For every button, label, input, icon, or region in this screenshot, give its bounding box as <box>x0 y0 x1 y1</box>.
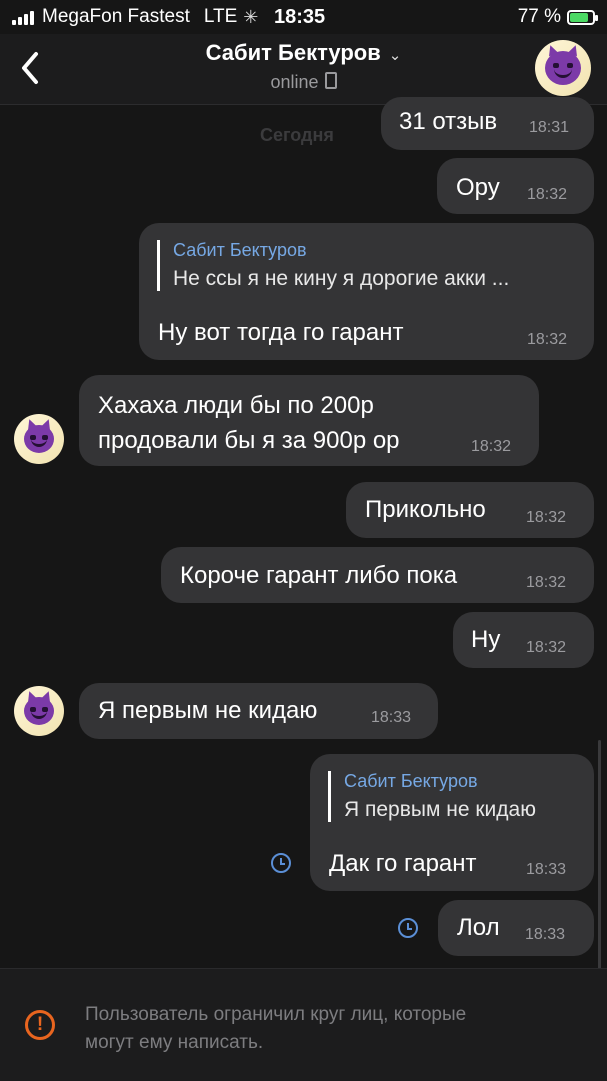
devil-emoji-icon <box>24 425 54 453</box>
message-bubble-outgoing[interactable]: Короче гарант либо пока 18:32 <box>161 547 594 603</box>
warning-icon: ! <box>25 1010 55 1040</box>
message-time: 18:32 <box>527 331 568 348</box>
message-text: Я первым не кидаю <box>98 697 318 724</box>
message-bubble-outgoing[interactable]: Лол 18:33 <box>438 900 594 956</box>
message-bubble-outgoing-reply[interactable]: Сабит Бектуров Я первым не кидаю Дак го … <box>310 754 594 891</box>
reply-author: Сабит Бектуров <box>344 771 478 791</box>
message-time: 18:33 <box>525 926 566 943</box>
devil-emoji-icon <box>24 697 54 725</box>
restriction-text-line1: Пользователь ограничил круг лиц, которые <box>85 1004 467 1025</box>
clock-time: 18:35 <box>274 6 326 28</box>
message-text: Прикольно <box>365 496 486 523</box>
message-bubble-outgoing[interactable]: Ору 18:32 <box>437 158 594 214</box>
message-bubble-incoming[interactable]: Хахаха люди бы по 200р продовали бы я за… <box>79 375 539 466</box>
contact-avatar[interactable] <box>535 40 591 96</box>
message-text: Короче гарант либо пока <box>180 562 458 589</box>
message-time: 18:32 <box>526 509 567 526</box>
reply-text: Я первым не кидаю <box>344 798 536 821</box>
message-time: 18:33 <box>526 861 567 878</box>
devil-emoji-icon <box>545 51 581 85</box>
message-time: 18:32 <box>471 438 512 455</box>
reply-quote[interactable]: Сабит Бектуров Не ссы я не кину я дороги… <box>157 240 509 291</box>
date-separator: Сегодня <box>260 125 334 145</box>
message-time: 18:32 <box>526 574 567 591</box>
chat-header: Сабит Бектуров ⌄ online <box>0 34 607 105</box>
message-time: 18:32 <box>527 186 568 203</box>
reply-quote[interactable]: Сабит Бектуров Я первым не кидаю <box>328 771 536 822</box>
chevron-down-icon: ⌄ <box>388 47 402 64</box>
sender-avatar[interactable] <box>14 686 64 736</box>
message-bubble-outgoing[interactable]: 31 отзыв 18:31 <box>381 97 594 150</box>
contact-name: Сабит Бектуров <box>205 40 381 65</box>
network-label: LTE <box>203 6 238 27</box>
message-text-line2: продовали бы я за 900р ор <box>98 427 400 454</box>
message-time: 18:31 <box>529 119 570 136</box>
scrollbar[interactable] <box>598 740 601 970</box>
pending-clock-icon <box>271 853 291 873</box>
restriction-text-line2: могут ему написать. <box>85 1032 264 1053</box>
message-time: 18:33 <box>371 709 412 726</box>
message-bubble-outgoing[interactable]: Прикольно 18:32 <box>346 482 594 538</box>
message-text: Ору <box>456 174 500 201</box>
message-text: Ну <box>471 626 501 653</box>
message-text: Дак го гарант <box>329 850 477 877</box>
battery-percent: 77 % <box>517 6 561 27</box>
message-time: 18:32 <box>526 639 567 656</box>
phone-icon <box>324 72 337 89</box>
cellular-signal-icon <box>12 9 34 25</box>
reply-text: Не ссы я не кину я дорогие акки ... <box>173 267 510 290</box>
contact-title-button[interactable]: Сабит Бектуров ⌄ <box>0 40 607 66</box>
message-bubble-incoming[interactable]: Я первым не кидаю 18:33 <box>79 683 438 739</box>
restriction-notice: ! Пользователь ограничил круг лиц, котор… <box>0 968 607 1081</box>
message-bubble-outgoing[interactable]: Ну 18:32 <box>453 612 594 668</box>
carrier-label: MegaFon Fastest <box>42 6 190 27</box>
message-text-line1: Хахаха люди бы по 200р <box>98 392 374 419</box>
activity-spinner-icon: ✳ <box>243 6 259 27</box>
restriction-text: Пользователь ограничил круг лиц, которые… <box>85 1001 585 1057</box>
contact-status: online <box>0 72 607 93</box>
message-bubble-outgoing-reply[interactable]: Сабит Бектуров Не ссы я не кину я дороги… <box>139 223 594 360</box>
message-text: Ну вот тогда го гарант <box>158 319 404 346</box>
message-text: 31 отзыв <box>399 108 498 135</box>
pending-clock-icon <box>398 918 418 938</box>
status-bar: MegaFon Fastest LTE ✳ 18:35 77 % <box>0 0 607 34</box>
reply-author: Сабит Бектуров <box>173 240 307 260</box>
message-text: Лол <box>457 914 500 941</box>
battery-icon <box>567 9 598 25</box>
online-status-label: online <box>270 72 319 92</box>
sender-avatar[interactable] <box>14 414 64 464</box>
